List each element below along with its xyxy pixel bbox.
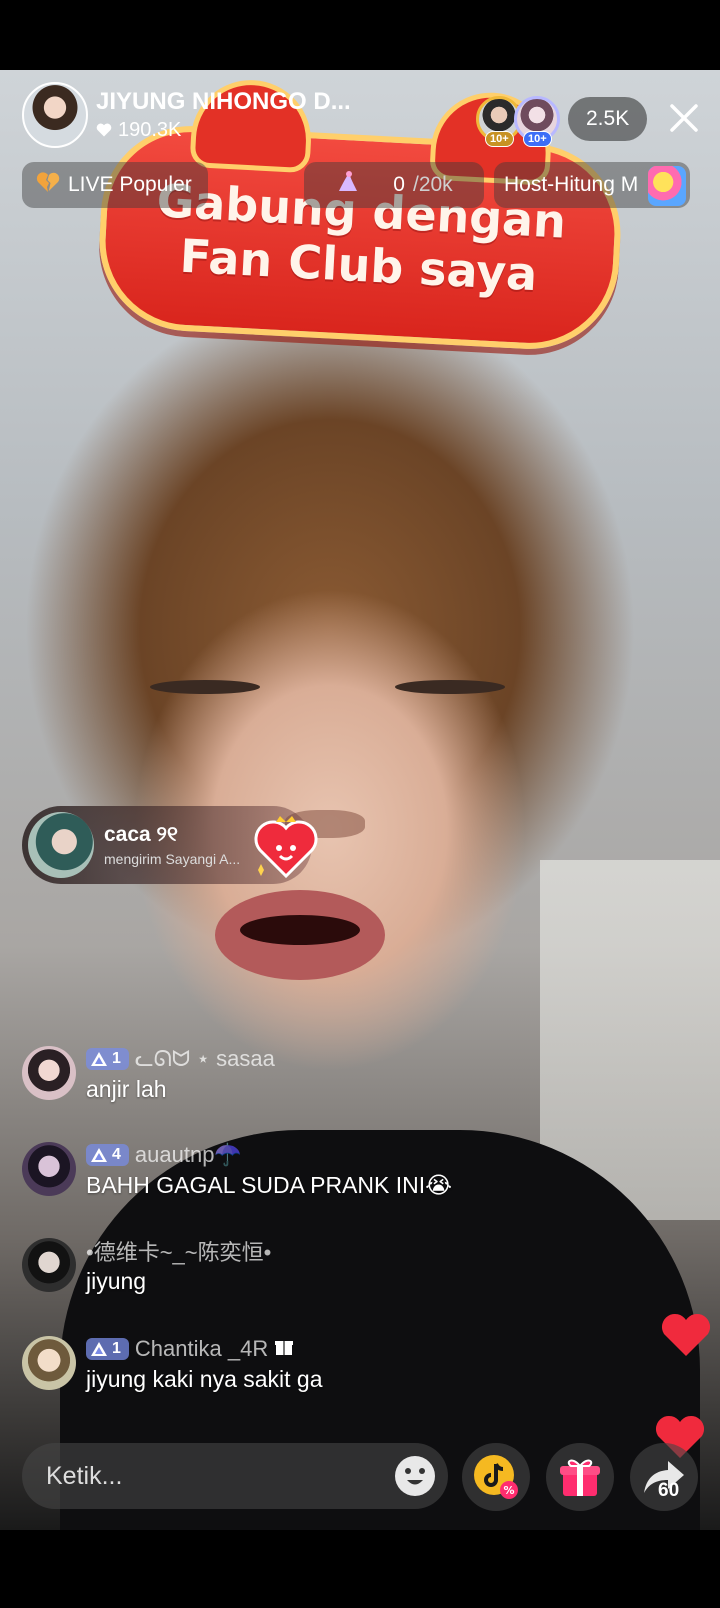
commenter-avatar[interactable] <box>22 1336 76 1390</box>
gift-goal-current: 0 <box>393 173 405 196</box>
level-badge: 1 <box>86 1338 129 1360</box>
video-eye-left <box>150 680 260 694</box>
host-name: JIYUNG NIHONGO D... <box>96 88 351 115</box>
host-ranking-label: Host-Hitung M <box>504 173 639 196</box>
tiktok-coin-icon: % <box>474 1455 518 1499</box>
viewer-count[interactable]: 2.5K <box>568 97 648 141</box>
ranking-badge-icon <box>648 166 686 206</box>
close-icon[interactable] <box>664 98 704 138</box>
host-avatar[interactable] <box>22 82 88 148</box>
commenter-name[interactable]: ᓚᘏᗢ ⋆ sasaa <box>135 1046 275 1072</box>
commenter-name[interactable]: Chantika _4R <box>135 1336 268 1362</box>
live-populer-chip[interactable]: LIVE Populer <box>22 162 208 208</box>
info-chips: LIVE Populer 0/20k Host-Hitung M <box>22 162 690 208</box>
gift-description: mengirim Sayangi A... <box>104 851 241 867</box>
level-triangle-icon <box>91 1052 107 1066</box>
gift-sender-name: caca ୨୧ <box>104 823 178 846</box>
gift-notification-text: caca ୨୧ mengirim Sayangi A... <box>104 821 240 869</box>
comment-item[interactable]: 1 ᓚᘏᗢ ⋆ sasaa anjir lah <box>22 1046 275 1106</box>
fan-club-sticker[interactable]: Gabung dengan Fan Club saya <box>94 77 626 354</box>
viewer-rank-badge: 10+ <box>523 131 552 147</box>
comment-item[interactable]: 1 Chantika _4R jiyung kaki nya sakit ga <box>22 1336 323 1396</box>
comment-item[interactable]: •德维卡~_~陈奕恒• jiyung <box>22 1238 271 1298</box>
commenter-name[interactable]: •德维卡~_~陈奕恒• <box>86 1235 271 1267</box>
floating-heart-icon <box>660 1312 712 1363</box>
level-triangle-icon <box>91 1148 107 1162</box>
gift-sender-avatar[interactable] <box>28 812 94 878</box>
video-eye-right <box>395 680 505 694</box>
level-badge: 4 <box>86 1144 129 1166</box>
comment-item[interactable]: 4 auautnp☂️ BAHH GAGAL SUDA PRANK INI😭 <box>22 1142 452 1202</box>
coin-recharge-button[interactable]: % <box>462 1443 530 1511</box>
commenter-name[interactable]: auautnp☂️ <box>135 1142 242 1168</box>
level-badge: 1 <box>86 1048 129 1070</box>
level-triangle-icon <box>91 1342 107 1356</box>
commenter-avatar[interactable] <box>22 1142 76 1196</box>
commenter-avatar[interactable] <box>22 1238 76 1292</box>
gift-goal-icon <box>335 169 361 201</box>
svg-text:%: % <box>503 1484 514 1497</box>
top-viewer-avatar[interactable]: 10+ <box>514 96 560 147</box>
heart-icon <box>96 123 112 137</box>
gift-badge-icon <box>274 1337 294 1362</box>
comment-text: jiyung <box>86 1268 147 1294</box>
comment-input-placeholder: Ketik... <box>46 1461 123 1490</box>
share-count: 60 <box>658 1480 680 1501</box>
comment-text: jiyung kaki nya sakit ga <box>86 1366 323 1392</box>
host-likes-count: 190.3K <box>118 119 182 141</box>
gift-icon <box>560 1459 600 1496</box>
comment-input[interactable]: Ketik... <box>22 1443 448 1509</box>
gift-goal-chip[interactable]: 0/20k <box>304 162 484 208</box>
host-likes: 190.3K <box>96 117 351 143</box>
broken-heart-icon <box>36 171 60 199</box>
top-viewers[interactable]: 10+ 10+ 2.5K <box>476 96 648 147</box>
emoji-icon[interactable] <box>394 1455 436 1497</box>
comment-text: BAHH GAGAL SUDA PRANK INI😭 <box>86 1172 453 1198</box>
video-mouth <box>215 890 385 980</box>
viewer-rank-badge: 10+ <box>485 131 514 147</box>
heart-gift-icon <box>250 812 322 884</box>
host-info[interactable]: JIYUNG NIHONGO D... 190.3K <box>22 82 351 148</box>
gift-goal-total: /20k <box>412 173 453 196</box>
commenter-avatar[interactable] <box>22 1046 76 1100</box>
host-meta: JIYUNG NIHONGO D... 190.3K <box>96 87 351 143</box>
comment-text: anjir lah <box>86 1076 167 1102</box>
live-populer-label: LIVE Populer <box>68 173 192 196</box>
host-ranking-chip[interactable]: Host-Hitung M <box>494 162 690 208</box>
gift-button[interactable] <box>546 1443 614 1511</box>
